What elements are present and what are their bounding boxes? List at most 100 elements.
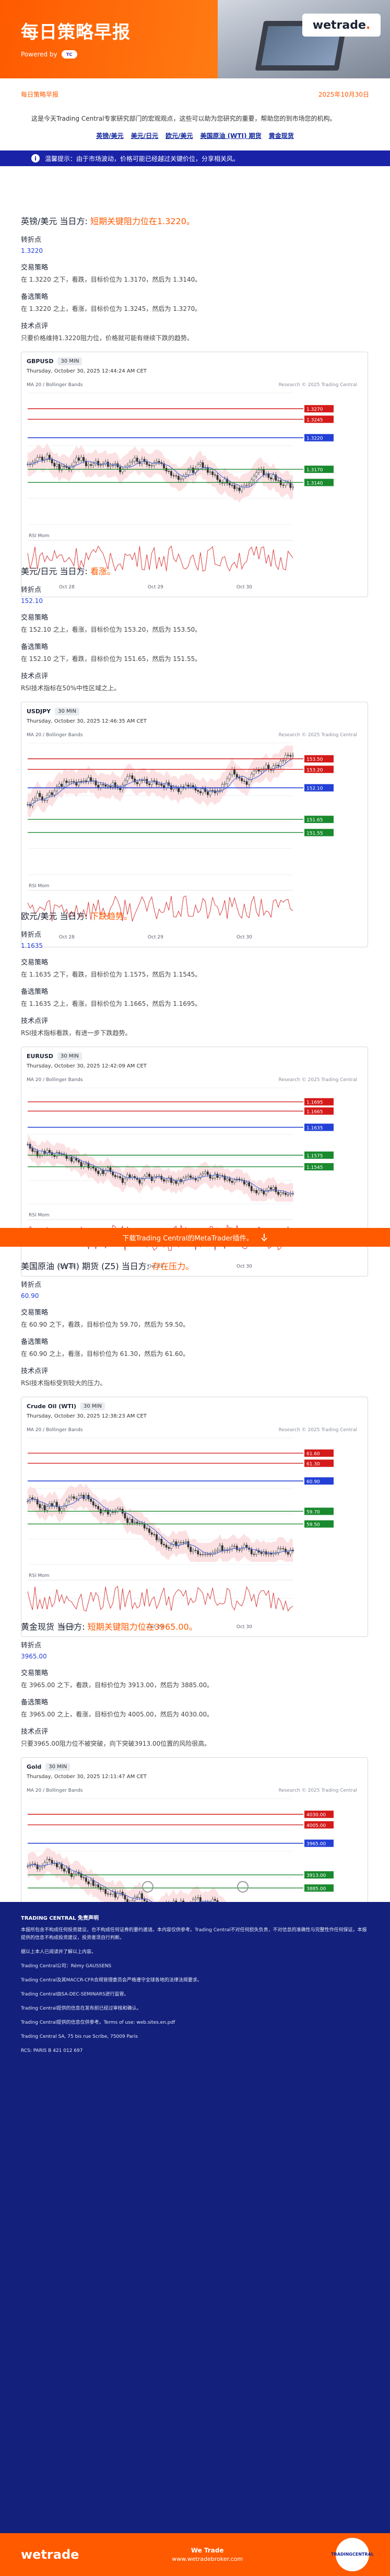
key-level-label: 153.50 [306, 757, 323, 762]
candle-body [197, 790, 199, 792]
candle-body [94, 1505, 97, 1507]
candle-body [128, 462, 131, 466]
candle-body [58, 1506, 61, 1512]
candle-body [221, 1545, 223, 1551]
candle-body [160, 784, 163, 786]
candle-body [197, 464, 199, 469]
candle-body [124, 1513, 126, 1518]
candle-body [211, 790, 214, 791]
candle-body [228, 774, 231, 779]
bollinger-band [28, 443, 293, 503]
candle-body [209, 1554, 211, 1555]
section-title: 英镑/美元 当日方: 短期关键阻力位在1.3220。 [21, 214, 369, 227]
tc-logo-line-2: CENTRAL [352, 2552, 374, 2557]
candle-body [143, 1524, 146, 1529]
disclaimer-p1: 本报所包含不构成任何投资建议，也不构成任何证券的要约邀请。本内容仅供参考。Tra… [21, 1928, 367, 1941]
tc-logo-line-1: TRADING [331, 2552, 352, 2557]
candle-body [58, 1864, 61, 1867]
candle-body [90, 464, 92, 466]
key-level-label: 59.50 [306, 1523, 320, 1528]
link-crude-oil[interactable]: 美国原油 (WTI) 期货 [200, 131, 261, 140]
link-gold[interactable]: 黄金现货 [269, 131, 294, 140]
tech-label: 技术点评 [21, 1017, 49, 1025]
section-title: 欧元/美元 当日方: 下跌趋势。 [21, 909, 369, 922]
candle-body [178, 475, 180, 480]
candle-body [102, 784, 104, 785]
candle-body [260, 1552, 263, 1554]
rsi-line [27, 1585, 293, 1612]
candle-body [124, 1178, 126, 1183]
link-eurusd[interactable]: 欧元/美元 [166, 131, 193, 140]
candle-body [287, 755, 289, 756]
candle-body [136, 1897, 138, 1898]
candle-body [102, 1510, 104, 1514]
rsi-label: RSI Mom [29, 1213, 50, 1218]
powered-by: Powered by TC [21, 50, 77, 59]
candle-body [80, 781, 82, 782]
candle-body [27, 1501, 29, 1502]
link-gbpusd[interactable]: 英镑/美元 [96, 131, 123, 140]
candle-body [82, 457, 85, 461]
candle-body [112, 1171, 114, 1176]
candle-body [131, 1176, 134, 1178]
candle-body [156, 461, 158, 463]
candle-body [233, 769, 236, 774]
candle-body [214, 1899, 216, 1901]
candle-body [257, 1190, 260, 1193]
key-level-label: 61.30 [306, 1461, 320, 1467]
candle-body [114, 1175, 116, 1177]
candle-body [211, 471, 214, 475]
candle-body [68, 1157, 70, 1159]
section-title-prefix: 黄金现货 当日方: [21, 1622, 88, 1632]
alt-strategy-label: 备选策略 [21, 988, 49, 996]
candle-body [124, 1895, 126, 1900]
link-usdjpy[interactable]: 美元/日元 [131, 131, 158, 140]
candle-body [226, 779, 229, 784]
candle-body [165, 1180, 168, 1181]
wetrade-logo[interactable]: wetrade. [302, 14, 381, 37]
alt-strategy-label: 备选策略 [21, 1699, 49, 1707]
candle-body [182, 1542, 185, 1544]
candle-body [255, 769, 257, 771]
candle-body [92, 1501, 94, 1505]
candle-body [138, 1893, 141, 1898]
candle-body [143, 1899, 146, 1901]
candle-body [265, 1190, 267, 1194]
alt-strategy-label: 备选策略 [21, 643, 49, 651]
candle-body [279, 1192, 282, 1195]
candle-body [248, 483, 251, 485]
key-level-label: 1.3270 [306, 407, 323, 412]
candle-body [128, 1518, 131, 1523]
candle-body [170, 471, 172, 476]
pivot-label: 转折点 [21, 1281, 42, 1289]
candle-body [112, 782, 114, 787]
disclaimer-p8: Trading Central SA, 75 bis rue Scribe, 7… [21, 2034, 138, 2039]
strategy-text: 在 1.1635 之下，看跌，目标价位为 1.1575，然后为 1.1545。 [21, 971, 202, 978]
weibo-icon[interactable] [141, 1881, 153, 1893]
candle-body [51, 459, 53, 463]
candle-body [61, 1864, 63, 1869]
candle-body [109, 1511, 112, 1515]
section-title-highlight: 短期关键阻力位在1.3220。 [90, 216, 195, 226]
footer-logo[interactable]: wetrade [21, 2547, 79, 2562]
download-plugin-button[interactable]: 下载Trading Central的MetaTrader插件。 [0, 1228, 390, 1247]
wechat-icon[interactable] [237, 1881, 249, 1893]
page: 每日策略早报 Powered by TC wetrade. 每日策略早报 202… [0, 0, 390, 2576]
pivot-value: 1.1635 [21, 942, 43, 949]
candle-body [226, 1178, 229, 1180]
candle-body [56, 786, 58, 792]
candle-body [107, 786, 109, 787]
candle-body [270, 1553, 272, 1554]
candle-body [53, 462, 56, 467]
footer-url[interactable]: www.wetradebroker.com [172, 2556, 243, 2562]
tech-text: RSI技术指标看跌，有进一步下跌趋势。 [21, 1029, 132, 1037]
key-level-label: 3965.00 [306, 1842, 326, 1847]
candle-body [285, 1549, 287, 1552]
candle-body [138, 1179, 141, 1183]
candle-body [126, 776, 128, 781]
key-level-label: 1.3170 [306, 468, 323, 473]
strategy-label: 交易策略 [21, 959, 49, 967]
candle-body [267, 473, 270, 478]
candle-body [202, 1173, 204, 1175]
candle-body [197, 1550, 199, 1554]
